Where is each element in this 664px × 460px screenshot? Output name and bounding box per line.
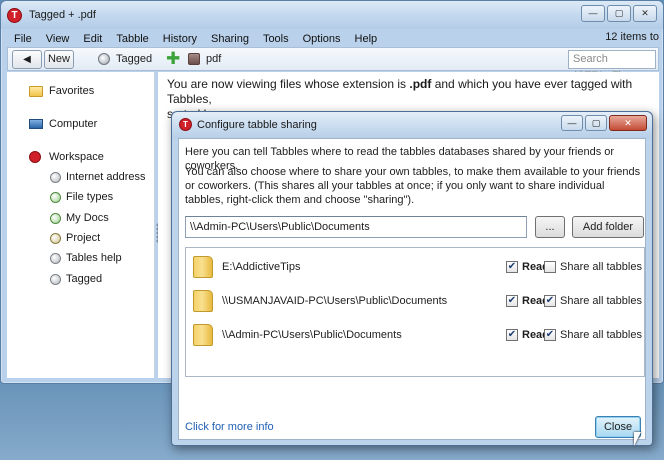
folder-path-input[interactable]: \\Admin-PC\Users\Public\Documents — [185, 216, 527, 238]
minimize-button[interactable]: — — [581, 5, 605, 22]
menu-sharing[interactable]: Sharing — [204, 30, 256, 48]
folder-icon — [193, 256, 213, 278]
menu-file[interactable]: File — [7, 30, 39, 48]
menu-history[interactable]: History — [156, 30, 204, 48]
read-checkbox[interactable]: ✔ — [506, 295, 518, 307]
dialog-share-text: You can also choose where to share your … — [185, 166, 641, 206]
sidebar-workspace[interactable]: Workspace — [49, 151, 104, 163]
menu-view[interactable]: View — [39, 30, 77, 48]
folder-icon — [193, 324, 213, 346]
breadcrumb-pdf[interactable]: pdf — [206, 53, 221, 65]
favorites-folder-icon — [29, 86, 43, 97]
search-input[interactable]: Search (CTRL+F) — [568, 50, 656, 82]
dialog-title: Configure tabble sharing — [197, 119, 317, 131]
read-checkbox[interactable]: ✔ — [506, 261, 518, 273]
tabble-icon — [50, 233, 61, 244]
add-folder-button[interactable]: Add folder — [572, 216, 644, 238]
menu-options[interactable]: Options — [296, 30, 348, 48]
workspace-icon — [29, 151, 41, 163]
dialog-minimize-button[interactable]: — — [561, 115, 583, 131]
menu-tools[interactable]: Tools — [256, 30, 296, 48]
share-all-checkbox[interactable]: ✔ — [544, 329, 556, 341]
tabble-icon — [50, 192, 61, 203]
list-item[interactable]: \\USMANJAVAID-PC\Users\Public\Documents … — [186, 286, 644, 320]
menu-edit[interactable]: Edit — [76, 30, 109, 48]
sidebar-item-internet-address[interactable]: Internet address — [66, 171, 146, 183]
new-button[interactable]: New — [44, 50, 74, 69]
file-type-icon — [188, 53, 200, 65]
configure-sharing-dialog: T Configure tabble sharing — ▢ ✕ Here yo… — [171, 111, 653, 446]
back-button[interactable]: ◀ — [12, 50, 42, 69]
tabble-icon — [50, 274, 61, 285]
share-all-checkbox[interactable] — [544, 261, 556, 273]
description-ext: .pdf — [409, 77, 432, 91]
read-checkbox[interactable]: ✔ — [506, 329, 518, 341]
plus-icon[interactable]: ✚ — [166, 49, 180, 69]
dialog-window-controls: — ▢ ✕ — [561, 115, 647, 131]
sidebar-computer[interactable]: Computer — [49, 118, 97, 130]
sidebar: Favorites Computer Workspace Internet ad… — [7, 72, 155, 378]
shared-folders-list: E:\AddictiveTips ✔ Read Share all tabble… — [185, 247, 645, 377]
sidebar-item-tables-help[interactable]: Tables help — [66, 252, 122, 264]
share-all-checkbox[interactable]: ✔ — [544, 295, 556, 307]
list-item[interactable]: \\Admin-PC\Users\Public\Documents ✔ Read… — [186, 320, 644, 354]
items-count: 12 items to — [605, 31, 659, 43]
folder-icon — [193, 290, 213, 312]
breadcrumb-tagged[interactable]: Tagged — [116, 53, 152, 65]
menu-tabble[interactable]: Tabble — [109, 30, 155, 48]
sidebar-item-file-types[interactable]: File types — [66, 191, 113, 203]
mouse-cursor-icon — [634, 432, 641, 446]
tabble-icon — [50, 253, 61, 264]
share-all-label: Share all tabbles — [560, 295, 642, 307]
list-item[interactable]: E:\AddictiveTips ✔ Read Share all tabble… — [186, 252, 644, 286]
share-all-label: Share all tabbles — [560, 261, 642, 273]
description-text: You are now viewing files whose extensio… — [167, 77, 410, 91]
dialog-body: Here you can tell Tabbles where to read … — [178, 138, 646, 446]
folder-path: \\Admin-PC\Users\Public\Documents — [222, 329, 402, 341]
folder-path: \\USMANJAVAID-PC\Users\Public\Documents — [222, 295, 448, 307]
sidebar-item-my-docs[interactable]: My Docs — [66, 212, 109, 224]
menu-help[interactable]: Help — [348, 30, 385, 48]
tabble-icon — [50, 213, 61, 224]
maximize-button[interactable]: ▢ — [607, 5, 631, 22]
folder-path: E:\AddictiveTips — [222, 261, 301, 273]
tabbles-logo-icon: T — [7, 8, 22, 23]
main-titlebar[interactable]: T Tagged + .pdf — ▢ ✕ — [1, 1, 663, 29]
menubar: File View Edit Tabble History Sharing To… — [7, 29, 593, 49]
dialog-titlebar[interactable]: T Configure tabble sharing — ▢ ✕ — [172, 112, 652, 138]
share-all-label: Share all tabbles — [560, 329, 642, 341]
window-title: Tagged + .pdf — [29, 9, 96, 21]
browse-button[interactable]: ... — [535, 216, 565, 238]
sidebar-favorites[interactable]: Favorites — [49, 85, 94, 97]
sidebar-item-project[interactable]: Project — [66, 232, 100, 244]
toolbar: ◀ New Tagged ✚ pdf Search (CTRL+F) — [7, 47, 659, 82]
window-controls: — ▢ ✕ — [581, 5, 657, 22]
dialog-maximize-button[interactable]: ▢ — [585, 115, 607, 131]
dialog-close-x-button[interactable]: ✕ — [609, 115, 647, 131]
computer-icon — [29, 119, 43, 129]
close-window-button[interactable]: ✕ — [633, 5, 657, 22]
tag-icon — [98, 53, 110, 65]
tabbles-logo-icon: T — [179, 118, 192, 131]
tabble-icon — [50, 172, 61, 183]
more-info-link[interactable]: Click for more info — [185, 421, 274, 433]
sidebar-item-tagged[interactable]: Tagged — [66, 273, 102, 285]
